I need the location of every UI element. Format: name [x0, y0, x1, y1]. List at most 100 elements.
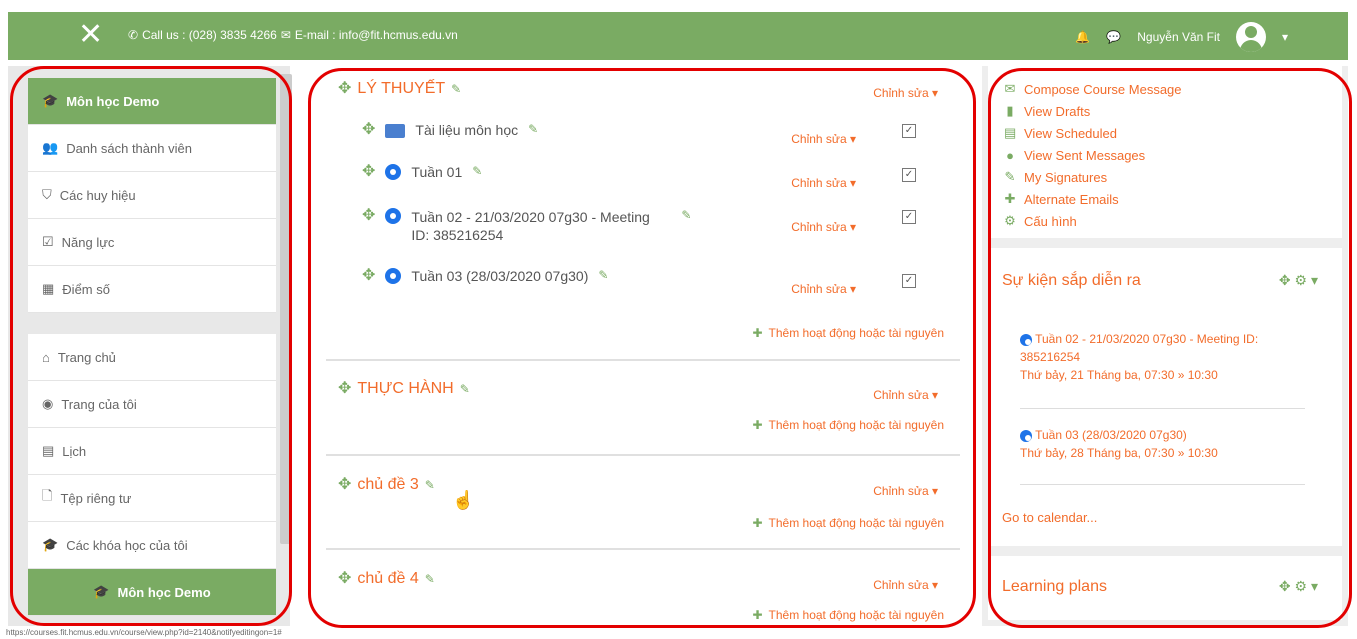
- plus-icon: ✚: [752, 418, 763, 432]
- section-edit-menu[interactable]: Chỉnh sửa ▾: [873, 86, 938, 100]
- section-topic-4: ✥ chủ đề 4 ✎ Chỉnh sửa ▾ ✚ Thêm hoạt độn…: [328, 556, 964, 626]
- nav-item-grades[interactable]: ▦ Điểm số: [28, 266, 276, 313]
- pencil-icon[interactable]: ✎: [528, 122, 538, 136]
- chevron-down-icon[interactable]: ▾: [1282, 30, 1288, 44]
- table-icon: ▦: [42, 281, 55, 296]
- event-divider: [1020, 484, 1305, 485]
- zoom-meeting-icon: [1020, 333, 1032, 346]
- activity-edit-menu[interactable]: Chỉnh sửa ▾: [791, 176, 856, 190]
- view-sent-link[interactable]: ● View Sent Messages: [1004, 144, 1342, 166]
- go-to-calendar-link[interactable]: Go to calendar...: [1002, 510, 1097, 525]
- activity-item[interactable]: ✥ Tuần 02 - 21/03/2020 07g30 - Meeting I…: [362, 208, 782, 244]
- section-divider: [326, 454, 960, 456]
- move-icon[interactable]: ✥: [362, 122, 375, 138]
- pencil-icon[interactable]: ✎: [425, 572, 435, 586]
- nav-item-home[interactable]: ⌂ Trang chủ: [28, 334, 276, 381]
- nav-item-course-demo-bottom[interactable]: 🎓 Môn học Demo: [28, 569, 276, 616]
- activity-item[interactable]: ✥ Tuần 01 ✎: [362, 164, 482, 180]
- envelope-icon: ✉: [1004, 81, 1016, 96]
- checkbox-icon: ☑: [42, 234, 54, 249]
- file-icon: 🗋: [42, 488, 53, 503]
- section-practice: ✥ THỰC HÀNH ✎ Chỉnh sửa ▾ ✚ Thêm hoạt độ…: [328, 366, 964, 456]
- block-controls[interactable]: ✥ ⚙ ▾: [1279, 272, 1318, 289]
- block-title: Learning plans: [1002, 578, 1107, 595]
- activity-edit-menu[interactable]: Chỉnh sửa ▾: [791, 220, 856, 234]
- nav-item-competencies[interactable]: ☑ Năng lực: [28, 219, 276, 266]
- completion-checkbox[interactable]: ✓: [902, 210, 916, 224]
- nav-group-course: 🎓 Môn học Demo 👥 Danh sách thành viên ⛉ Các…: [28, 78, 276, 313]
- event-item[interactable]: Tuần 02 - 21/03/2020 07g30 - Meeting ID:…: [1020, 330, 1300, 384]
- add-activity-link[interactable]: ✚ Thêm hoạt động hoặc tài nguyên: [752, 418, 944, 432]
- section-divider: [326, 548, 960, 550]
- section-title[interactable]: ✥ LÝ THUYẾT ✎: [338, 80, 461, 98]
- section-title[interactable]: ✥ chủ đề 4 ✎: [338, 570, 435, 588]
- nav-item-dashboard[interactable]: ◉ Trang của tôi: [28, 381, 276, 428]
- avatar[interactable]: [1235, 22, 1266, 52]
- completion-checkbox[interactable]: ✓: [902, 124, 916, 138]
- scrollbar[interactable]: [280, 74, 292, 544]
- signatures-link[interactable]: ✎ My Signatures: [1004, 166, 1342, 188]
- message-icon[interactable]: 💬: [1106, 30, 1121, 44]
- shield-icon: ⛉: [42, 187, 52, 202]
- section-edit-menu[interactable]: Chỉnh sửa ▾: [873, 388, 938, 402]
- nav-item-badges[interactable]: ⛉ Các huy hiệu: [28, 172, 276, 219]
- view-scheduled-link[interactable]: ▤ View Scheduled: [1004, 122, 1342, 144]
- close-drawer-button[interactable]: ✕: [78, 20, 103, 50]
- nav-item-course-demo[interactable]: 🎓 Môn học Demo: [28, 78, 276, 125]
- section-edit-menu[interactable]: Chỉnh sửa ▾: [873, 578, 938, 592]
- top-navbar: ✕ ✆ Call us : (028) 3835 4266 ✉ E-mail :…: [8, 12, 1348, 60]
- zoom-meeting-icon: [385, 164, 402, 180]
- move-icon[interactable]: ✥: [362, 164, 375, 180]
- graduation-cap-icon: 🎓: [93, 584, 110, 599]
- nav-item-participants[interactable]: 👥 Danh sách thành viên: [28, 125, 276, 172]
- calendar-icon: ▤: [42, 443, 55, 458]
- nav-item-private-files[interactable]: 🗋 Tệp riêng tư: [28, 475, 276, 522]
- pencil-icon[interactable]: ✎: [681, 208, 691, 222]
- zoom-meeting-icon: [385, 208, 402, 224]
- compose-message-link[interactable]: ✉ Compose Course Message: [1004, 78, 1342, 100]
- move-icon[interactable]: ✥: [362, 208, 375, 224]
- folder-icon: [385, 124, 406, 138]
- quickmail-block: ✉ Compose Course Message ▮ View Drafts ▤ Vi…: [988, 66, 1342, 238]
- section-edit-menu[interactable]: Chỉnh sửa ▾: [873, 484, 938, 498]
- completion-checkbox[interactable]: ✓: [902, 168, 916, 182]
- hand-cursor-icon: ☝: [452, 490, 475, 510]
- pencil-icon: ✎: [1004, 169, 1016, 184]
- add-activity-link[interactable]: ✚ Thêm hoạt động hoặc tài nguyên: [752, 608, 944, 622]
- nav-item-calendar[interactable]: ▤ Lịch: [28, 428, 276, 475]
- pencil-icon[interactable]: ✎: [425, 478, 435, 492]
- plus-icon: ✚: [1004, 191, 1016, 206]
- pencil-icon[interactable]: ✎: [598, 268, 608, 282]
- event-item[interactable]: Tuần 03 (28/03/2020 07g30) Thứ bảy, 28 T…: [1020, 426, 1300, 462]
- pencil-icon[interactable]: ✎: [451, 82, 461, 96]
- calendar-icon: ▤: [1004, 125, 1017, 140]
- completion-checkbox[interactable]: ✓: [902, 274, 916, 288]
- move-icon[interactable]: ✥: [338, 571, 351, 587]
- activity-edit-menu[interactable]: Chỉnh sửa ▾: [791, 282, 856, 296]
- graduation-cap-icon: 🎓: [42, 537, 59, 552]
- add-activity-link[interactable]: ✚ Thêm hoạt động hoặc tài nguyên: [752, 516, 944, 530]
- activity-edit-menu[interactable]: Chỉnh sửa ▾: [791, 132, 856, 146]
- section-title[interactable]: ✥ THỰC HÀNH ✎: [338, 380, 470, 398]
- block-controls[interactable]: ✥ ⚙ ▾: [1279, 578, 1318, 595]
- view-drafts-link[interactable]: ▮ View Drafts: [1004, 100, 1342, 122]
- activity-item[interactable]: ✥ Tài liệu môn học ✎: [362, 122, 538, 138]
- alternate-emails-link[interactable]: ✚ Alternate Emails: [1004, 188, 1342, 210]
- activity-item[interactable]: ✥ Tuần 03 (28/03/2020 07g30) ✎: [362, 268, 608, 284]
- pencil-icon[interactable]: ✎: [472, 164, 482, 178]
- move-icon[interactable]: ✥: [338, 81, 351, 97]
- pencil-icon[interactable]: ✎: [460, 382, 470, 396]
- move-icon[interactable]: ✥: [338, 477, 351, 493]
- add-activity-link[interactable]: ✚ Thêm hoạt động hoặc tài nguyên: [752, 326, 944, 340]
- config-link[interactable]: ⚙ Cấu hình: [1004, 210, 1342, 232]
- plus-icon: ✚: [752, 326, 763, 340]
- move-icon[interactable]: ✥: [338, 381, 351, 397]
- bell-icon[interactable]: 🔔: [1075, 30, 1090, 44]
- section-title[interactable]: ✥ chủ đề 3 ✎: [338, 476, 435, 494]
- contact-info: ✆ Call us : (028) 3835 4266 ✉ E-mail : i…: [128, 28, 458, 42]
- user-name[interactable]: Nguyễn Văn Fit: [1137, 30, 1220, 44]
- nav-item-my-courses[interactable]: 🎓 Các khóa học của tôi: [28, 522, 276, 569]
- upcoming-events-block: Sự kiện sắp diễn ra ✥ ⚙ ▾ Tuần 02 - 21/0…: [988, 248, 1342, 546]
- move-icon[interactable]: ✥: [362, 268, 375, 284]
- left-nav-drawer: 🎓 Môn học Demo 👥 Danh sách thành viên ⛉ Các…: [8, 66, 292, 626]
